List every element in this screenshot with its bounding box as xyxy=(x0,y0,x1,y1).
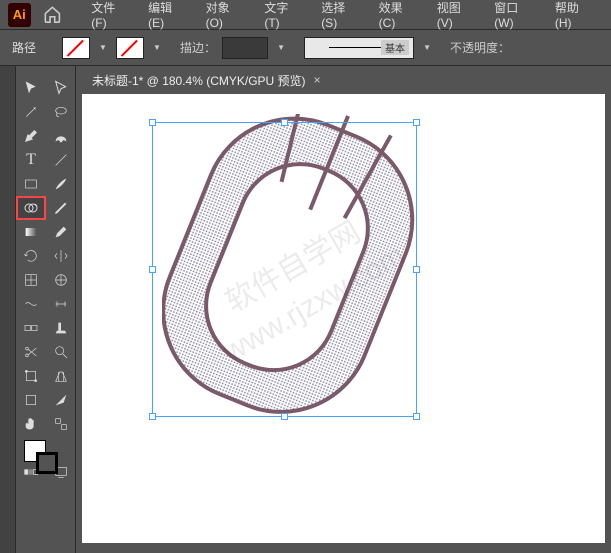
width-tool[interactable] xyxy=(46,292,76,316)
stroke-weight-label: 描边： xyxy=(180,39,216,56)
direct-selection-tool[interactable] xyxy=(46,76,76,100)
type-tool[interactable]: T xyxy=(16,148,46,172)
resize-handle[interactable] xyxy=(413,266,420,273)
menu-type[interactable]: 文字(T) xyxy=(254,0,311,30)
resize-handle[interactable] xyxy=(149,119,156,126)
print-tiling-tool[interactable] xyxy=(46,412,76,436)
grid-tool[interactable] xyxy=(16,268,46,292)
canvas-viewport[interactable]: 软件自学网 www.rjzxw.com xyxy=(76,94,611,553)
zoom-tool[interactable] xyxy=(46,340,76,364)
menu-edit[interactable]: 编辑(E) xyxy=(138,0,195,30)
opacity-label: 不透明度： xyxy=(450,39,510,56)
shape-builder-tool[interactable] xyxy=(16,196,46,220)
magic-wand-tool[interactable] xyxy=(16,100,46,124)
perspective-tool[interactable] xyxy=(46,364,76,388)
symbol-sprayer-tool[interactable] xyxy=(46,316,76,340)
selection-mode-label: 路径 xyxy=(12,39,36,56)
rectangle-tool[interactable] xyxy=(16,172,46,196)
resize-handle[interactable] xyxy=(413,119,420,126)
free-transform-tool[interactable] xyxy=(16,364,46,388)
lasso-tool[interactable] xyxy=(46,100,76,124)
brush-definition[interactable]: 基本 xyxy=(304,37,414,59)
document-tab-label: 未标题-1* @ 180.4% (CMYK/GPU 预览) xyxy=(92,72,306,89)
stroke-dropdown-arrow[interactable]: ▼ xyxy=(150,37,164,59)
artboard[interactable]: 软件自学网 www.rjzxw.com xyxy=(82,94,605,543)
brush-dropdown-arrow[interactable]: ▼ xyxy=(420,37,434,59)
line-tool[interactable] xyxy=(46,148,76,172)
blend-tool[interactable] xyxy=(16,316,46,340)
home-icon[interactable] xyxy=(43,5,62,25)
rotate-tool[interactable] xyxy=(16,244,46,268)
menu-effect[interactable]: 效果(C) xyxy=(369,0,427,30)
menu-window[interactable]: 窗口(W) xyxy=(484,0,545,30)
resize-handle[interactable] xyxy=(281,413,288,420)
fill-swatch[interactable] xyxy=(62,37,90,59)
warp-tool[interactable] xyxy=(16,292,46,316)
document-tab[interactable]: 未标题-1* @ 180.4% (CMYK/GPU 预览) × xyxy=(84,68,329,93)
resize-handle[interactable] xyxy=(149,413,156,420)
document-area: 未标题-1* @ 180.4% (CMYK/GPU 预览) × xyxy=(76,66,611,553)
fill-stroke-indicator[interactable] xyxy=(16,436,76,478)
app-icon: Ai xyxy=(8,3,31,27)
scissors-tool[interactable] xyxy=(16,340,46,364)
paintbrush-tool[interactable] xyxy=(46,172,76,196)
brush-preview-line xyxy=(329,47,389,48)
resize-handle[interactable] xyxy=(281,119,288,126)
eyedropper-tool[interactable] xyxy=(46,220,76,244)
selection-tool[interactable] xyxy=(16,76,46,100)
stroke-color-box[interactable] xyxy=(36,452,58,474)
curvature-tool[interactable] xyxy=(46,124,76,148)
stroke-weight-field[interactable] xyxy=(222,37,268,59)
pencil-tool[interactable] xyxy=(46,196,76,220)
slice-tool[interactable] xyxy=(46,388,76,412)
toolbox: T xyxy=(16,66,76,553)
mesh-tool[interactable] xyxy=(46,268,76,292)
selection-bounding-box[interactable] xyxy=(152,122,417,417)
document-tabs: 未标题-1* @ 180.4% (CMYK/GPU 预览) × xyxy=(76,66,611,94)
tab-close-icon[interactable]: × xyxy=(314,73,321,87)
fill-dropdown-arrow[interactable]: ▼ xyxy=(96,37,110,59)
brush-label: 基本 xyxy=(381,40,409,55)
reflect-tool[interactable] xyxy=(46,244,76,268)
workspace: T 未标题-1* @ 180.4% (CM xyxy=(0,66,611,553)
menu-view[interactable]: 视图(V) xyxy=(427,0,484,30)
hand-tool[interactable] xyxy=(16,412,46,436)
menu-select[interactable]: 选择(S) xyxy=(311,0,368,30)
artboard-tool[interactable] xyxy=(16,388,46,412)
resize-handle[interactable] xyxy=(149,266,156,273)
menu-object[interactable]: 对象(O) xyxy=(196,0,255,30)
menu-bar: Ai 文件(F) 编辑(E) 对象(O) 文字(T) 选择(S) 效果(C) 视… xyxy=(0,0,611,30)
resize-handle[interactable] xyxy=(413,413,420,420)
control-bar: 路径 ▼ ▼ 描边： ▼ 基本 ▼ 不透明度： xyxy=(0,30,611,66)
pen-tool[interactable] xyxy=(16,124,46,148)
gradient-tool[interactable] xyxy=(16,220,46,244)
menu-file[interactable]: 文件(F) xyxy=(81,0,138,30)
menu-help[interactable]: 帮助(H) xyxy=(545,0,603,30)
profile-dropdown[interactable]: ▼ xyxy=(274,37,288,59)
stroke-swatch[interactable] xyxy=(116,37,144,59)
panel-strip xyxy=(0,66,16,553)
